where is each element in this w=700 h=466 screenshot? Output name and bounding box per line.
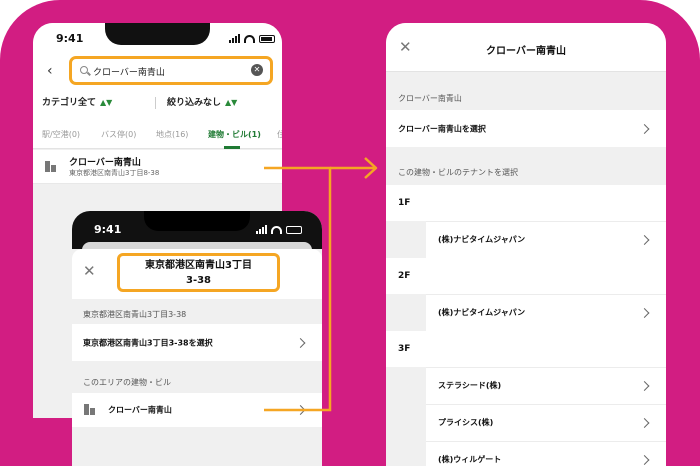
tenant-row[interactable]: (株)ナビタイムジャパン (426, 221, 666, 258)
tenant-row[interactable]: (株)ウィルゲート (426, 441, 666, 466)
section-header-address: 東京都港区南青山3丁目3-38 (83, 310, 187, 319)
tab-stations[interactable]: 駅/空港(0) (42, 129, 80, 140)
floor-header: 1F (386, 185, 666, 221)
chevron-left-icon[interactable]: ‹ (47, 63, 53, 79)
phone-notch (105, 23, 210, 45)
tab-bus-stops[interactable]: バス停(0) (101, 129, 136, 140)
floor-label: 2F (398, 271, 411, 281)
select-building-row[interactable]: クローバー南青山を選択 (386, 110, 666, 147)
tenant-label: プライシス(株) (438, 418, 494, 427)
result-address: 東京都港区南青山3丁目8-38 (69, 169, 160, 177)
sort-arrows-icon: ▲▼ (225, 98, 238, 107)
chevron-right-icon (295, 405, 306, 415)
detail-header: ✕ クローバー南青山 (386, 23, 666, 72)
phone-notch (144, 211, 250, 231)
select-building-label: クローバー南青山を選択 (398, 124, 486, 133)
category-filter-label: カテゴリ全て (42, 98, 97, 108)
address-screen: 9:41 ✕ 東京都港区南青山3丁目 3-38 東京都港区南青山3丁目3-38 … (72, 211, 322, 466)
floor-label: 3F (398, 344, 411, 354)
floor-header: 2F (386, 258, 666, 294)
search-icon (80, 66, 88, 74)
status-time: 9:41 (56, 32, 84, 45)
status-icons (229, 34, 275, 43)
tenant-label: ステラシード(株) (438, 381, 502, 390)
building-detail-screen: ✕ クローバー南青山 クローバー南青山 クローバー南青山を選択 この建物・ビルの… (386, 23, 666, 466)
clear-circle-icon[interactable]: ✕ (251, 64, 263, 76)
wifi-icon (271, 225, 282, 234)
address-title-line1: 東京都港区南青山3丁目 (145, 260, 252, 271)
select-address-row[interactable]: 東京都港区南青山3丁目3-38を選択 (72, 324, 322, 361)
narrow-filter[interactable]: 絞り込みなし ▲▼ (167, 95, 237, 108)
building-row[interactable]: クローバー南青山 (72, 393, 322, 427)
tab-buildings[interactable]: 建物・ビル(1) (208, 129, 261, 140)
narrow-filter-label: 絞り込みなし (167, 98, 222, 108)
section-header-building: クローバー南青山 (398, 94, 462, 103)
search-field[interactable]: ✕ (69, 56, 273, 85)
filter-divider (155, 97, 156, 109)
detail-title: クローバー南青山 (486, 46, 566, 57)
tenant-row[interactable]: ステラシード(株) (426, 367, 666, 404)
battery-icon (259, 34, 275, 43)
tenant-row[interactable]: (株)ナビタイムジャパン (426, 294, 666, 331)
search-input[interactable] (93, 62, 243, 80)
chevron-right-icon (639, 418, 650, 428)
floor-label: 1F (398, 198, 411, 208)
floor-header: 3F (386, 331, 666, 367)
tab-addresses[interactable]: 住 (277, 129, 282, 140)
address-title-line2: 3-38 (185, 275, 212, 286)
status-time: 9:41 (94, 223, 122, 236)
chevron-right-icon (639, 308, 650, 318)
signal-icon (256, 225, 267, 234)
tab-places[interactable]: 地点(16) (156, 129, 188, 140)
signal-icon (229, 34, 240, 43)
wifi-icon (244, 34, 255, 43)
address-title: 東京都港区南青山3丁目 3-38 (117, 253, 280, 292)
chevron-right-icon (639, 235, 650, 245)
chevron-right-icon (639, 123, 650, 134)
tenant-label: (株)ナビタイムジャパン (438, 235, 526, 244)
chevron-right-icon (295, 337, 306, 348)
section-header-tenants: この建物・ビルのテナントを選択 (398, 168, 518, 177)
chevron-right-icon (639, 455, 650, 465)
category-tabs: 駅/空港(0) バス停(0) 地点(16) 建物・ビル(1) 住 (33, 126, 282, 149)
close-icon[interactable]: ✕ (83, 262, 96, 280)
search-result-item[interactable]: クローバー南青山 東京都港区南青山3丁目8-38 (33, 150, 282, 184)
select-address-label: 東京都港区南青山3丁目3-38を選択 (83, 338, 213, 347)
active-tab-indicator (224, 146, 240, 149)
chevron-right-icon (639, 381, 650, 391)
building-icon (45, 161, 56, 172)
building-icon (84, 404, 95, 415)
sort-arrows-icon: ▲▼ (100, 98, 113, 107)
tenant-row[interactable]: プライシス(株) (426, 404, 666, 441)
tenant-label: (株)ウィルゲート (438, 455, 502, 464)
status-icons (256, 225, 302, 234)
battery-icon (286, 225, 302, 234)
building-row-label: クローバー南青山 (108, 405, 172, 415)
result-name: クローバー南青山 (69, 158, 141, 168)
tenant-label: (株)ナビタイムジャパン (438, 308, 526, 317)
section-header-buildings: このエリアの建物・ビル (83, 378, 171, 387)
category-filter[interactable]: カテゴリ全て ▲▼ (42, 95, 112, 108)
